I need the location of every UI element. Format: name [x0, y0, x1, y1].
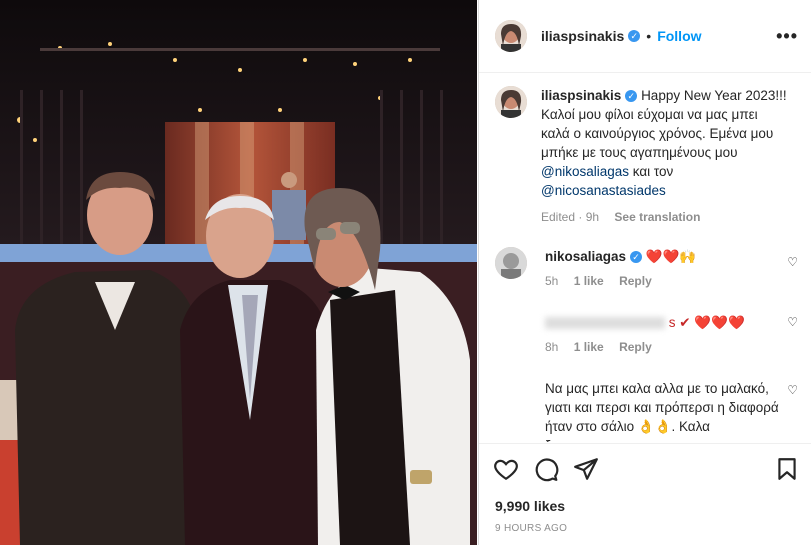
- heart-icon[interactable]: ♡: [787, 255, 798, 269]
- verified-badge-icon: ✓: [625, 90, 638, 102]
- comment-username[interactable]: nikosaliagas: [545, 249, 626, 264]
- share-icon[interactable]: [573, 456, 599, 482]
- avatar[interactable]: [495, 86, 527, 118]
- caption-username[interactable]: iliaspsinakis: [541, 88, 621, 103]
- caption-text-mid: και τον: [629, 164, 674, 179]
- edited-label: Edited · 9h: [541, 210, 600, 224]
- likes-count[interactable]: 9,990 likes: [495, 498, 565, 514]
- comments-list[interactable]: iliaspsinakis ✓ Happy New Year 2023!!! Κα…: [479, 74, 811, 442]
- verified-badge-icon: ✓: [630, 251, 643, 263]
- avatar[interactable]: [495, 247, 527, 279]
- follow-button[interactable]: Follow: [657, 28, 701, 44]
- comment-item: Να μας μπει καλα αλλα με το μαλακό, γιατ…: [479, 379, 811, 442]
- post-actions-bar: [479, 443, 811, 493]
- mention-link[interactable]: @nicosanastasiades: [541, 183, 666, 198]
- heart-icon[interactable]: ♡: [787, 383, 798, 397]
- verified-badge-icon: ✓: [628, 30, 641, 42]
- post-header: iliaspsinakis ✓ • Follow •••: [479, 0, 811, 73]
- more-options-icon[interactable]: •••: [776, 26, 798, 47]
- caption: iliaspsinakis ✓ Happy New Year 2023!!! Κα…: [479, 86, 811, 227]
- comment-time: 8h: [545, 340, 559, 354]
- post-photo[interactable]: [0, 0, 477, 545]
- comment-item: s ✔ ❤️❤️❤️ 8h 1 like Reply ♡: [479, 313, 811, 357]
- post-sidebar: iliaspsinakis ✓ • Follow ••• iliaspsinak…: [478, 0, 811, 545]
- username[interactable]: iliaspsinakis: [541, 28, 624, 44]
- heart-icon[interactable]: ♡: [787, 315, 798, 329]
- comment-time: 5h: [545, 274, 559, 288]
- post-timestamp: 9 HOURS AGO: [495, 523, 568, 534]
- comment-item: nikosaliagas ✓ ❤️❤️🙌 5h 1 like Reply ♡: [479, 247, 811, 291]
- comment-text: s ✔ ❤️❤️❤️: [668, 315, 745, 330]
- heart-icon[interactable]: [493, 456, 519, 482]
- reply-button[interactable]: Reply: [619, 340, 652, 354]
- separator-dot: •: [646, 28, 652, 44]
- redacted-username: [545, 317, 665, 330]
- see-translation-button[interactable]: See translation: [614, 210, 700, 224]
- comment-text: Να μας μπει καλα αλλα με το μαλακό, γιατ…: [545, 381, 779, 442]
- bookmark-icon[interactable]: [774, 456, 800, 482]
- avatar[interactable]: [495, 20, 527, 52]
- comment-icon[interactable]: [533, 456, 559, 482]
- comment-likes[interactable]: 1 like: [574, 340, 604, 354]
- mention-link[interactable]: @nikosaliagas: [541, 164, 629, 179]
- comment-text: ❤️❤️🙌: [645, 249, 697, 264]
- comment-likes[interactable]: 1 like: [574, 274, 604, 288]
- reply-button[interactable]: Reply: [619, 274, 652, 288]
